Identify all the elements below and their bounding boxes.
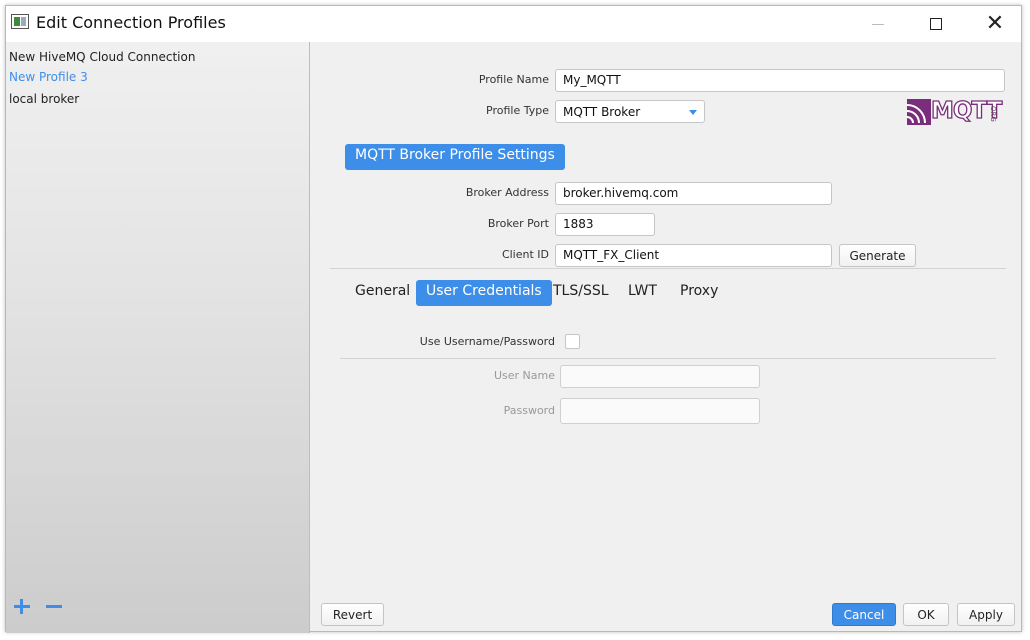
password-label: Password <box>503 404 555 417</box>
section-title-broker-settings: MQTT Broker Profile Settings <box>345 144 565 170</box>
close-icon: ✕ <box>985 11 1005 36</box>
broker-address-label: Broker Address <box>465 186 549 199</box>
broker-port-field[interactable]: 1883 <box>555 213 655 236</box>
profile-settings-panel: Profile Name My_MQTT Profile Type MQTT B… <box>310 42 1023 633</box>
profile-list-sidebar: New HiveMQ Cloud Connection New Profile … <box>6 42 310 633</box>
profile-type-dropdown[interactable]: MQTT Broker <box>555 100 705 123</box>
tab-general[interactable]: General <box>345 280 420 306</box>
profile-type-label: Profile Type <box>486 104 549 117</box>
profile-item-local-broker[interactable]: local broker <box>9 92 79 106</box>
add-profile-icon[interactable] <box>14 598 32 616</box>
generate-button[interactable]: Generate <box>839 244 916 267</box>
minimize-button[interactable] <box>849 6 907 42</box>
ok-button[interactable]: OK <box>903 603 949 626</box>
client-id-field[interactable]: MQTT_FX_Client <box>555 244 832 267</box>
edit-connection-profiles-window: Edit Connection Profiles ✕ New HiveMQ Cl… <box>5 5 1023 633</box>
close-button[interactable]: ✕ <box>966 6 1024 42</box>
profile-item-hivemq-cloud[interactable]: New HiveMQ Cloud Connection <box>9 50 195 64</box>
mqtt-logo-sub: ORG <box>989 106 997 122</box>
divider <box>330 268 1006 269</box>
broker-address-field[interactable]: broker.hivemq.com <box>555 182 832 205</box>
tab-user-credentials[interactable]: User Credentials <box>416 280 552 306</box>
maximize-icon <box>930 18 942 30</box>
mqtt-logo: MQTT ORG <box>907 97 1011 127</box>
profile-type-value: MQTT Broker <box>563 105 641 119</box>
use-username-password-checkbox[interactable] <box>565 334 580 349</box>
window-title: Edit Connection Profiles <box>36 13 226 32</box>
chevron-down-icon <box>689 110 697 115</box>
broker-port-label: Broker Port <box>487 217 549 230</box>
app-icon <box>11 14 29 29</box>
password-field[interactable] <box>560 398 760 424</box>
profile-name-label: Profile Name <box>478 73 549 86</box>
profile-item-new-profile-3[interactable]: New Profile 3 <box>9 70 88 84</box>
client-id-label: Client ID <box>501 248 549 261</box>
remove-profile-icon[interactable] <box>46 598 64 616</box>
tab-proxy[interactable]: Proxy <box>670 280 728 306</box>
tab-lwt[interactable]: LWT <box>618 280 667 306</box>
maximize-button[interactable] <box>907 6 965 42</box>
profile-name-field[interactable]: My_MQTT <box>555 69 1005 92</box>
cancel-button[interactable]: Cancel <box>832 603 896 626</box>
minimize-icon <box>872 23 884 25</box>
revert-button[interactable]: Revert <box>321 603 384 626</box>
username-label: User Name <box>493 369 555 382</box>
apply-button[interactable]: Apply <box>957 603 1015 626</box>
username-field[interactable] <box>560 365 760 388</box>
tab-tls-ssl[interactable]: TLS/SSL <box>543 280 619 306</box>
title-bar: Edit Connection Profiles ✕ <box>6 6 1021 42</box>
divider <box>340 358 996 359</box>
use-username-password-label: Use Username/Password <box>419 335 555 348</box>
mqtt-wave-icon <box>907 99 931 125</box>
